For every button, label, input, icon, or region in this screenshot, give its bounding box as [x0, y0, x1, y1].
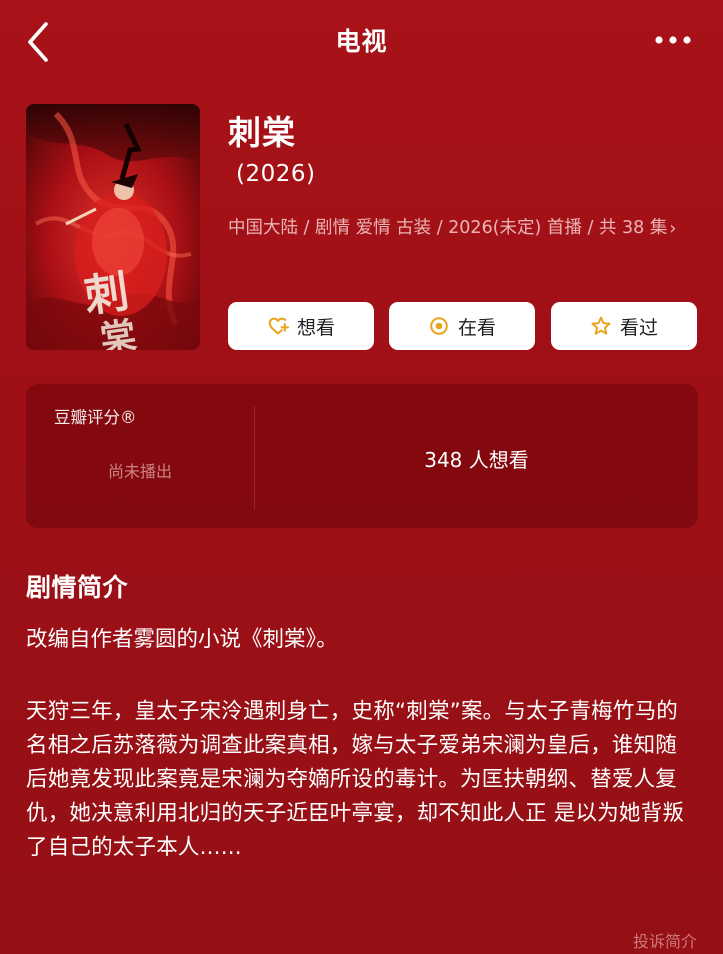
more-horizontal-icon — [655, 36, 691, 44]
star-icon — [591, 316, 611, 335]
show-year: (2026) — [236, 161, 316, 187]
svg-text:刺: 刺 — [81, 266, 132, 323]
heart-plus-icon — [268, 317, 289, 335]
target-circle-icon — [430, 317, 448, 335]
synopsis-heading: 剧情简介 — [26, 573, 129, 602]
synopsis-body: 天狩三年，皇太子宋泠遇刺身亡，史称“刺棠”案。与太子青梅竹马的名相之后苏落薇为调… — [26, 699, 685, 860]
chevron-right-icon: › — [669, 219, 677, 239]
watching-button[interactable]: 在看 — [389, 302, 535, 350]
want-to-watch-label: 想看 — [296, 316, 335, 339]
poster-artwork: 刺 棠 — [26, 104, 200, 350]
watched-label: 看过 — [619, 316, 658, 339]
show-title: 刺棠 — [228, 113, 296, 152]
top-nav-bar: 电视 — [0, 0, 723, 84]
report-synopsis-link[interactable]: 投诉简介 — [633, 928, 697, 952]
more-options-button[interactable] — [653, 30, 693, 50]
douban-rating-label: 豆瓣评分® — [54, 408, 137, 427]
want-to-watch-count[interactable]: 348 人想看 — [255, 444, 698, 473]
page-title: 电视 — [335, 27, 388, 56]
synopsis-intro: 改编自作者雾圆的小说《刺棠》。 — [26, 627, 338, 652]
watched-button[interactable]: 看过 — [551, 302, 697, 350]
show-meta-text: 中国大陆 / 剧情 爱情 古装 / 2026(未定) 首播 / 共 38 集 — [228, 218, 668, 238]
rating-card: 豆瓣评分® 尚未播出 348 人想看 — [26, 384, 698, 528]
poster-image[interactable]: 刺 棠 — [26, 104, 200, 350]
want-to-watch-button[interactable]: 想看 — [228, 302, 374, 350]
show-meta-info[interactable]: 中国大陆 / 剧情 爱情 古装 / 2026(未定) 首播 / 共 38 集 › — [228, 213, 684, 244]
watching-label: 在看 — [457, 316, 496, 339]
action-buttons: 想看 在看 看过 — [228, 302, 698, 350]
rating-status: 尚未播出 — [107, 462, 172, 481]
svg-text:棠: 棠 — [97, 314, 139, 350]
